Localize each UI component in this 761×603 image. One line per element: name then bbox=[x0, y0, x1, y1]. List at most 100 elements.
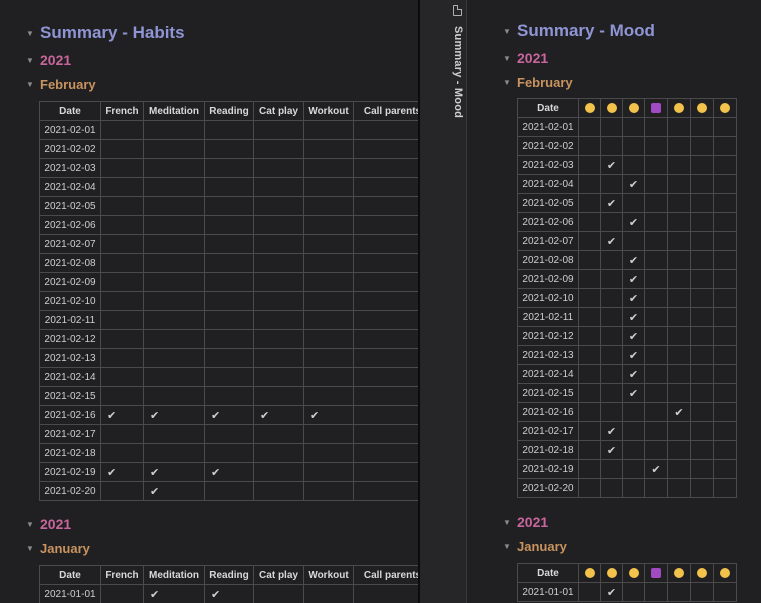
mood-cell bbox=[713, 345, 737, 365]
date-cell: 2021-02-16 bbox=[517, 402, 579, 422]
mood-cell bbox=[578, 250, 601, 270]
habit-cell bbox=[253, 462, 304, 482]
mood-cell bbox=[644, 250, 668, 270]
mood-cell: ✔ bbox=[600, 421, 623, 441]
mood-cell bbox=[644, 174, 668, 194]
habit-cell bbox=[253, 310, 304, 330]
table-row: 2021-02-16 ✔ ✔ ✔ ✔ ✔ bbox=[39, 405, 418, 425]
collapse-triangle-icon[interactable]: ▼ bbox=[503, 518, 517, 527]
mood-cell bbox=[667, 307, 691, 327]
mood-year-heading-jan[interactable]: ▼ 2021 bbox=[503, 514, 548, 530]
date-cell: 2021-02-02 bbox=[39, 139, 101, 159]
table-row: 2021-02-05 bbox=[39, 196, 418, 216]
mood-title-heading[interactable]: ▼ Summary - Mood bbox=[503, 21, 655, 41]
date-cell: 2021-02-08 bbox=[517, 250, 579, 270]
habits-title-heading[interactable]: ▼ Summary - Habits bbox=[26, 23, 185, 43]
mood-cell bbox=[644, 231, 668, 251]
habit-cell bbox=[303, 367, 354, 387]
collapse-triangle-icon[interactable]: ▼ bbox=[503, 542, 517, 551]
mood-cell bbox=[622, 136, 645, 156]
document-icon[interactable] bbox=[453, 5, 462, 16]
mood-cell bbox=[644, 269, 668, 289]
mood-cell bbox=[713, 364, 737, 384]
habit-cell bbox=[253, 272, 304, 292]
habit-cell bbox=[253, 120, 304, 140]
habits-table-february: Date French Meditation Reading Cat play Worko… bbox=[39, 101, 418, 501]
habit-cell bbox=[253, 196, 304, 216]
collapse-triangle-icon[interactable]: ▼ bbox=[26, 29, 40, 38]
mood-cell bbox=[713, 383, 737, 403]
mood-cell bbox=[667, 364, 691, 384]
mood-cell bbox=[644, 193, 668, 213]
mood-cell bbox=[690, 193, 714, 213]
month-label: February bbox=[40, 77, 96, 92]
date-cell: 2021-02-03 bbox=[517, 155, 579, 175]
mood-cell: ✔ bbox=[600, 440, 623, 460]
habit-cell bbox=[100, 177, 144, 197]
habit-cell: ✔ bbox=[143, 584, 205, 603]
habit-cell bbox=[204, 348, 254, 368]
mood-cell bbox=[600, 117, 623, 137]
habits-year-heading-feb[interactable]: ▼ 2021 bbox=[26, 52, 71, 68]
habit-cell bbox=[100, 481, 144, 501]
collapse-triangle-icon[interactable]: ▼ bbox=[26, 80, 40, 89]
nerd-face-icon bbox=[720, 102, 730, 113]
habit-cell bbox=[253, 139, 304, 159]
collapse-triangle-icon[interactable]: ▼ bbox=[26, 56, 40, 65]
mood-column-header bbox=[644, 563, 668, 583]
habits-month-heading-jan[interactable]: ▼ January bbox=[26, 541, 90, 556]
table-row: 2021-02-19 ✔ ✔ ✔ bbox=[39, 462, 418, 482]
mood-cell bbox=[600, 174, 623, 194]
collapse-triangle-icon[interactable]: ▼ bbox=[503, 54, 517, 63]
mood-cell bbox=[713, 307, 737, 327]
table-row: 2021-02-09 ✔ bbox=[517, 269, 737, 289]
collapse-triangle-icon[interactable]: ▼ bbox=[26, 520, 40, 529]
habit-cell bbox=[253, 584, 304, 603]
mood-cell bbox=[690, 212, 714, 232]
mood-cell bbox=[690, 288, 714, 308]
habit-cell: ✔ bbox=[204, 405, 254, 425]
mood-cell bbox=[667, 193, 691, 213]
mood-cell bbox=[578, 383, 601, 403]
habits-year-heading-jan[interactable]: ▼ 2021 bbox=[26, 516, 71, 532]
mood-year-heading-feb[interactable]: ▼ 2021 bbox=[503, 50, 548, 66]
habits-month-heading-feb[interactable]: ▼ February bbox=[26, 77, 96, 92]
habit-cell bbox=[143, 139, 205, 159]
mood-cell bbox=[622, 117, 645, 137]
table-row: 2021-02-02 bbox=[517, 136, 737, 156]
habit-cell bbox=[253, 443, 304, 463]
date-cell: 2021-02-15 bbox=[39, 386, 101, 406]
mood-cell: ✔ bbox=[667, 402, 691, 422]
date-cell: 2021-02-10 bbox=[517, 288, 579, 308]
collapse-triangle-icon[interactable]: ▼ bbox=[26, 544, 40, 553]
month-label: January bbox=[517, 539, 567, 554]
year-label: 2021 bbox=[517, 514, 549, 530]
habit-cell bbox=[253, 329, 304, 349]
mood-cell bbox=[622, 459, 645, 479]
mood-cell bbox=[600, 326, 623, 346]
habit-cell bbox=[143, 215, 205, 235]
mood-cell: ✔ bbox=[622, 364, 645, 384]
column-header: French bbox=[100, 101, 144, 121]
habit-cell bbox=[253, 158, 304, 178]
habit-cell bbox=[100, 139, 144, 159]
person-facepalming-icon bbox=[651, 567, 661, 578]
date-cell: 2021-02-12 bbox=[517, 326, 579, 346]
mood-month-heading-jan[interactable]: ▼ January bbox=[503, 539, 567, 554]
mood-column-header bbox=[667, 98, 691, 118]
tab-summary-mood[interactable]: Summary - Mood bbox=[452, 26, 464, 118]
mood-cell bbox=[690, 345, 714, 365]
collapse-triangle-icon[interactable]: ▼ bbox=[503, 27, 517, 36]
collapse-triangle-icon[interactable]: ▼ bbox=[503, 78, 517, 87]
habit-cell bbox=[253, 291, 304, 311]
habit-cell bbox=[143, 196, 205, 216]
table-row: 2021-02-15 bbox=[39, 386, 418, 406]
mood-month-heading-feb[interactable]: ▼ February bbox=[503, 75, 573, 90]
habit-cell bbox=[253, 367, 304, 387]
habit-cell bbox=[353, 348, 418, 368]
mood-cell bbox=[713, 478, 737, 498]
table-header-row: Date bbox=[517, 563, 737, 583]
habit-cell bbox=[143, 291, 205, 311]
neutral-face-icon bbox=[628, 102, 639, 113]
mood-cell bbox=[644, 212, 668, 232]
